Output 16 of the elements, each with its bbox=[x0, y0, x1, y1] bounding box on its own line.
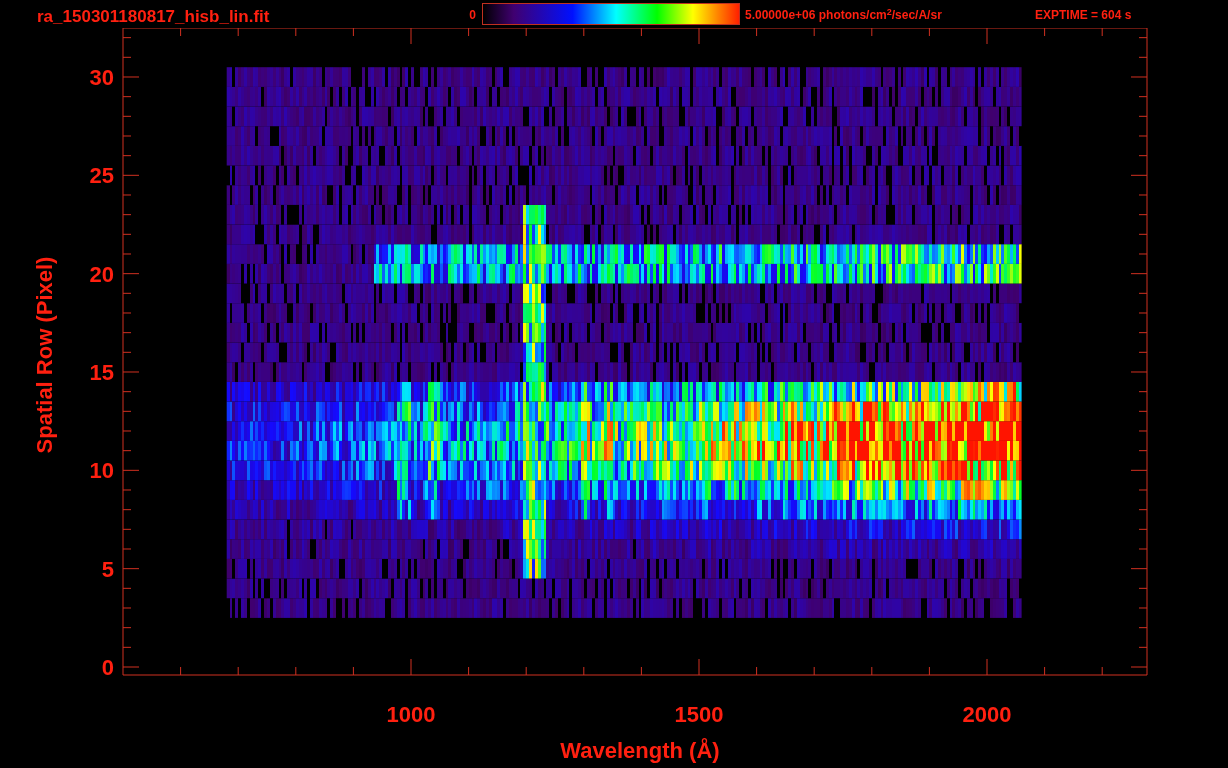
exposure-time-label: EXPTIME = 604 s bbox=[1035, 7, 1132, 24]
x-tick-label: 1000 bbox=[386, 702, 436, 727]
y-tick-label: 25 bbox=[89, 163, 114, 189]
file-title: ra_150301180817_hisb_lin.fit bbox=[37, 6, 271, 28]
y-tick-label: 10 bbox=[89, 458, 114, 484]
y-tick-label: 15 bbox=[89, 360, 114, 385]
x-axis-label: Wavelength (Å) bbox=[560, 738, 720, 763]
y-tick-label: 20 bbox=[89, 261, 114, 287]
colorbar-min-label: 0 bbox=[468, 7, 476, 24]
y-tick-label: 0 bbox=[101, 655, 114, 680]
x-tick-label: 2000 bbox=[962, 702, 1012, 727]
y-tick-label: 5 bbox=[101, 556, 114, 582]
y-axis-label: Spatial Row (Pixel) bbox=[32, 256, 57, 454]
x-tick-label: 1500 bbox=[674, 702, 724, 727]
y-tick-label: 30 bbox=[89, 65, 114, 90]
colorbar-max-label: 5.00000e+06 photons/cm$^{2}$/sec/A/sr bbox=[745, 6, 943, 24]
